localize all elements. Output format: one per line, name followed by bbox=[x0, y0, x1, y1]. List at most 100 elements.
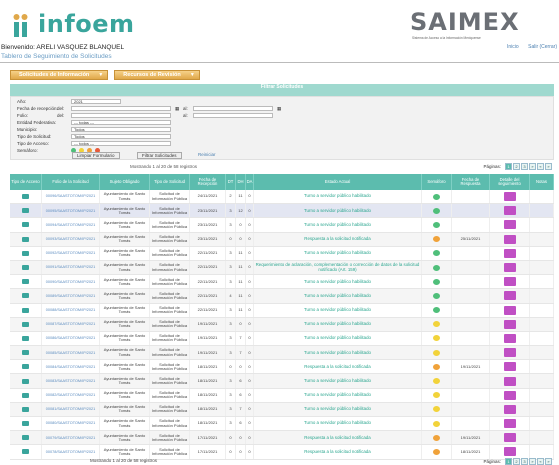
folio-del-input[interactable] bbox=[71, 113, 171, 118]
table-row[interactable]: 00085/SAASTOTOM/IP/2021 Ayuntamiento de S… bbox=[10, 346, 554, 361]
municipio-select[interactable]: Todos bbox=[71, 127, 171, 132]
filtrar-button[interactable]: Filtrar Solicitudes bbox=[137, 152, 182, 159]
col-header[interactable]: Notas bbox=[530, 174, 554, 190]
folio-link[interactable]: 00095/SAASTOTOM/IP/2021 bbox=[42, 204, 100, 218]
page-button[interactable]: « bbox=[537, 163, 544, 170]
detalle-button[interactable] bbox=[503, 206, 516, 216]
salir-link[interactable]: Salir (Cerrar) bbox=[528, 44, 557, 50]
table-row[interactable]: 00081/SAASTOTOM/IP/2021 Ayuntamiento de S… bbox=[10, 402, 554, 417]
folio-link[interactable]: 00096/SAASTOTOM/IP/2021 bbox=[42, 190, 100, 204]
calendar-icon[interactable]: ▦ bbox=[277, 106, 281, 112]
col-header[interactable]: Sujeto Obligado bbox=[100, 174, 150, 190]
table-row[interactable]: 00082/SAASTOTOM/IP/2021 Ayuntamiento de S… bbox=[10, 388, 554, 403]
col-header[interactable]: Folio de la Solicitud bbox=[42, 174, 100, 190]
page-button[interactable]: » bbox=[545, 458, 552, 465]
table-row[interactable]: 00084/SAASTOTOM/IP/2021 Ayuntamiento de S… bbox=[10, 360, 554, 375]
detalle-button[interactable] bbox=[503, 248, 516, 258]
inicio-link[interactable]: Inicio bbox=[507, 44, 519, 50]
menu-solicitudes[interactable]: Solicitudes de Información ▼ bbox=[10, 70, 109, 80]
folio-link[interactable]: 00086/SAASTOTOM/IP/2021 bbox=[42, 331, 100, 346]
col-header[interactable]: Fecha de Recepción bbox=[190, 174, 226, 190]
page-button[interactable]: 3 bbox=[521, 458, 528, 465]
table-row[interactable]: 00095/SAASTOTOM/IP/2021 Ayuntamiento de S… bbox=[10, 204, 554, 219]
tipo-select[interactable]: Todos bbox=[71, 134, 171, 139]
menu-recursos[interactable]: Recursos de Revisión ▼ bbox=[114, 70, 200, 80]
page-button[interactable]: 3 bbox=[521, 163, 528, 170]
detalle-button[interactable] bbox=[503, 234, 516, 244]
detalle-button[interactable] bbox=[503, 277, 516, 287]
table-row[interactable]: 00086/SAASTOTOM/IP/2021 Ayuntamiento de S… bbox=[10, 331, 554, 347]
folio-link[interactable]: 00082/SAASTOTOM/IP/2021 bbox=[42, 388, 100, 402]
detalle-button[interactable] bbox=[503, 404, 516, 414]
folio-link[interactable]: 00078/SAASTOTOM/IP/2021 bbox=[42, 445, 100, 459]
folio-link[interactable]: 00090/SAASTOTOM/IP/2021 bbox=[42, 275, 100, 289]
folio-link[interactable]: 00085/SAASTOTOM/IP/2021 bbox=[42, 346, 100, 360]
table-row[interactable]: 00090/SAASTOTOM/IP/2021 Ayuntamiento de S… bbox=[10, 275, 554, 290]
detalle-button[interactable] bbox=[503, 291, 516, 301]
page-button[interactable]: » bbox=[545, 163, 552, 170]
folio-link[interactable]: 00083/SAASTOTOM/IP/2021 bbox=[42, 374, 100, 388]
col-header[interactable]: Tipo de Acceso bbox=[10, 174, 42, 190]
folio-link[interactable]: 00093/SAASTOTOM/IP/2021 bbox=[42, 232, 100, 246]
detalle-button[interactable] bbox=[503, 348, 516, 358]
col-header[interactable]: DH bbox=[236, 174, 246, 190]
folio-link[interactable]: 00091/SAASTOTOM/IP/2021 bbox=[42, 260, 100, 275]
folio-al-input[interactable] bbox=[193, 113, 273, 118]
detalle-button[interactable] bbox=[503, 305, 516, 315]
anio-select[interactable]: 2021 bbox=[71, 99, 121, 104]
folio-link[interactable]: 00079/SAASTOTOM/IP/2021 bbox=[42, 431, 100, 445]
acceso-select[interactable]: --- todos --- bbox=[71, 141, 171, 146]
detalle-button[interactable] bbox=[503, 433, 516, 443]
table-row[interactable]: 00083/SAASTOTOM/IP/2021 Ayuntamiento de S… bbox=[10, 374, 554, 389]
entidad-select[interactable]: --- todas --- bbox=[71, 120, 171, 125]
detalle-button[interactable] bbox=[503, 263, 516, 273]
folio-link[interactable]: 00089/SAASTOTOM/IP/2021 bbox=[42, 289, 100, 303]
table-row[interactable]: 00094/SAASTOTOM/IP/2021 Ayuntamiento de S… bbox=[10, 218, 554, 233]
folio-link[interactable]: 00094/SAASTOTOM/IP/2021 bbox=[42, 218, 100, 232]
detalle-button[interactable] bbox=[503, 220, 516, 230]
col-header[interactable]: Detalle del seguimiento bbox=[490, 174, 530, 190]
page-button[interactable]: « bbox=[537, 458, 544, 465]
table-row[interactable]: 00088/SAASTOTOM/IP/2021 Ayuntamiento de S… bbox=[10, 303, 554, 318]
page-button[interactable]: 2 bbox=[513, 163, 520, 170]
table-row[interactable]: 00093/SAASTOTOM/IP/2021 Ayuntamiento de S… bbox=[10, 232, 554, 247]
table-row[interactable]: 00087/SAASTOTOM/IP/2021 Ayuntamiento de S… bbox=[10, 317, 554, 332]
reiniciar-link[interactable]: Reiniciar bbox=[194, 152, 220, 159]
detalle-button[interactable] bbox=[503, 333, 516, 343]
page-button[interactable]: 2 bbox=[513, 458, 520, 465]
detalle-button[interactable] bbox=[503, 376, 516, 386]
table-row[interactable]: 00096/SAASTOTOM/IP/2021 Ayuntamiento de S… bbox=[10, 190, 554, 205]
folio-link[interactable]: 00092/SAASTOTOM/IP/2021 bbox=[42, 246, 100, 260]
page-button[interactable]: » bbox=[529, 163, 536, 170]
folio-link[interactable]: 00087/SAASTOTOM/IP/2021 bbox=[42, 317, 100, 331]
col-header[interactable]: DA bbox=[246, 174, 254, 190]
detalle-button[interactable] bbox=[503, 362, 516, 372]
infoem-logo[interactable]: infoem bbox=[12, 9, 162, 39]
detalle-button[interactable] bbox=[503, 390, 516, 400]
page-button[interactable]: 1 bbox=[505, 163, 512, 170]
fecha-al-input[interactable] bbox=[193, 106, 273, 111]
detalle-button[interactable] bbox=[503, 447, 516, 457]
table-row[interactable]: 00080/SAASTOTOM/IP/2021 Ayuntamiento de S… bbox=[10, 417, 554, 432]
col-header[interactable]: Fecha de Respuesta bbox=[452, 174, 490, 190]
col-header[interactable]: Estado Actual bbox=[254, 174, 422, 190]
folio-link[interactable]: 00080/SAASTOTOM/IP/2021 bbox=[42, 417, 100, 431]
detalle-button[interactable] bbox=[503, 192, 516, 202]
page-button[interactable]: » bbox=[529, 458, 536, 465]
col-header[interactable]: DT bbox=[226, 174, 236, 190]
limpiar-button[interactable]: Limpiar Formulario bbox=[72, 152, 120, 159]
detalle-button[interactable] bbox=[503, 419, 516, 429]
detalle-button[interactable] bbox=[503, 319, 516, 329]
table-row[interactable]: 00079/SAASTOTOM/IP/2021 Ayuntamiento de S… bbox=[10, 431, 554, 446]
folio-link[interactable]: 00081/SAASTOTOM/IP/2021 bbox=[42, 402, 100, 416]
table-row[interactable]: 00089/SAASTOTOM/IP/2021 Ayuntamiento de S… bbox=[10, 289, 554, 304]
table-row[interactable]: 00091/SAASTOTOM/IP/2021 Ayuntamiento de S… bbox=[10, 260, 554, 276]
table-row[interactable]: 00092/SAASTOTOM/IP/2021 Ayuntamiento de S… bbox=[10, 246, 554, 261]
folio-link[interactable]: 00084/SAASTOTOM/IP/2021 bbox=[42, 360, 100, 374]
calendar-icon[interactable]: ▦ bbox=[175, 106, 179, 112]
col-header[interactable]: Tipo de Solicitud bbox=[150, 174, 190, 190]
col-header[interactable]: Semáforo bbox=[422, 174, 452, 190]
fecha-del-input[interactable] bbox=[71, 106, 171, 111]
page-button[interactable]: 1 bbox=[505, 458, 512, 465]
folio-link[interactable]: 00088/SAASTOTOM/IP/2021 bbox=[42, 303, 100, 317]
